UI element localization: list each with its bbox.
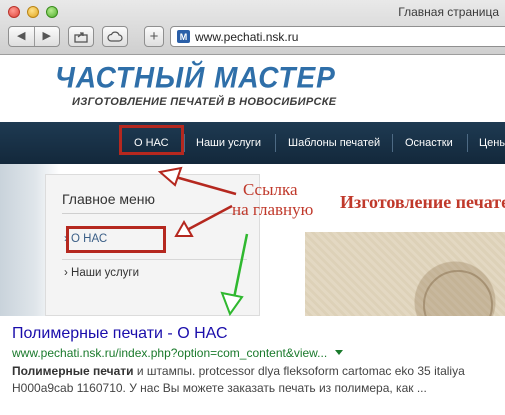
menu-item-services[interactable]: Наши услуги <box>196 122 261 164</box>
back-button[interactable]: ◀ <box>9 27 34 46</box>
site-favicon-icon: M <box>177 30 190 43</box>
share-button[interactable] <box>68 26 94 47</box>
snippet-bold-term: Полимерные печати <box>12 364 134 378</box>
main-menu-bar: О НАС Наши услуги Шаблоны печатей Оснаст… <box>0 122 505 164</box>
annotation-label-line2: на главную <box>232 200 314 219</box>
address-bar-url: www.pechati.nsk.ru <box>195 29 299 44</box>
search-result-url[interactable]: www.pechati.nsk.ru/index.php?option=com_… <box>12 346 344 360</box>
chevron-down-icon[interactable] <box>335 350 344 355</box>
back-forward-group: ◀ ▶ <box>8 26 60 47</box>
menu-item-prices[interactable]: Цены <box>479 122 505 164</box>
minimize-window-button[interactable] <box>27 6 39 18</box>
stamp-icon <box>423 270 493 316</box>
site-logo-subtitle: ИЗГОТОВЛЕНИЕ ПЕЧАТЕЙ В НОВОСИБИРСКЕ <box>72 96 337 108</box>
search-result-title-link[interactable]: Полимерные печати - О НАС <box>12 325 228 343</box>
sidebar-item-services[interactable]: › Наши услуги <box>64 267 139 279</box>
address-bar[interactable]: M www.pechati.nsk.ru <box>170 26 505 47</box>
forward-button[interactable]: ▶ <box>33 27 60 46</box>
search-result-snippet: Полимерные печати и штампы. protcessor d… <box>12 363 497 397</box>
menu-divider <box>184 134 185 152</box>
icloud-tabs-button[interactable] <box>102 26 128 47</box>
search-result-url-text: www.pechati.nsk.ru/index.php?option=com_… <box>12 346 328 360</box>
page-heading: Изготовление печатей <box>340 192 505 212</box>
new-tab-button[interactable]: + <box>144 26 164 47</box>
decorative-stamp-image <box>305 232 505 316</box>
menu-item-holders[interactable]: Оснастки <box>405 122 453 164</box>
close-window-button[interactable] <box>8 6 20 18</box>
zoom-window-button[interactable] <box>46 6 58 18</box>
menu-divider <box>467 134 468 152</box>
sidebar-divider <box>62 259 247 260</box>
cloud-icon <box>107 31 123 42</box>
browser-toolbar: Главная страница ◀ ▶ + M www.pechati.nsk… <box>0 0 505 55</box>
annotation-label-line1: Ссылка <box>243 180 298 199</box>
sidebar-title: Главное меню <box>62 191 156 207</box>
menu-divider <box>392 134 393 152</box>
highlight-box-sidebar-about <box>66 226 166 253</box>
menu-divider <box>275 134 276 152</box>
share-icon <box>74 31 88 43</box>
site-logo-title[interactable]: ЧАСТНЫЙ МАСТЕР <box>55 61 336 95</box>
window-title: Главная страница <box>398 5 499 19</box>
menu-item-templates[interactable]: Шаблоны печатей <box>288 122 380 164</box>
highlight-box-menu-about <box>119 125 184 155</box>
sidebar-divider <box>62 213 247 214</box>
